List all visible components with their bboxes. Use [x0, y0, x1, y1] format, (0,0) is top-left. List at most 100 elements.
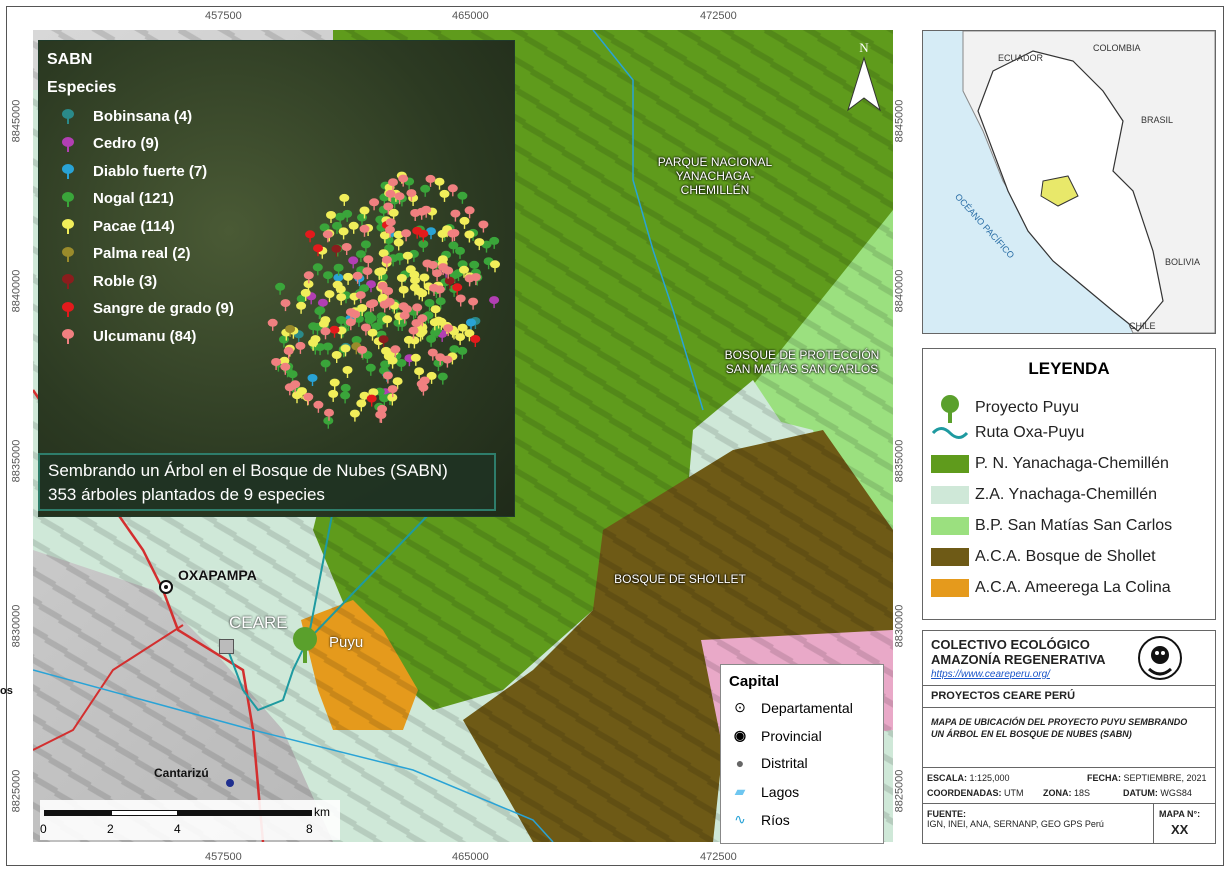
- oxapampa-marker-icon[interactable]: [159, 580, 173, 594]
- planted-tree-marker: [342, 366, 353, 378]
- planted-tree-marker: [426, 334, 437, 347]
- legend-item: B.P. San Matías San Carlos: [931, 517, 1172, 535]
- capital-item-label: Ríos: [761, 811, 790, 828]
- legend-label: A.C.A. Bosque de Shollet: [975, 548, 1156, 565]
- planted-tree-marker: [339, 193, 350, 206]
- tree-icon: [941, 395, 959, 423]
- scale-seg-3: [178, 810, 312, 816]
- planted-tree-marker: [275, 282, 286, 295]
- planted-tree-marker: [320, 359, 331, 372]
- species-item: Bobinsana (4): [61, 104, 192, 128]
- planted-tree-marker: [365, 363, 376, 376]
- label-colombia: COLOMBIA: [1093, 43, 1141, 53]
- y-tick-left-2: 8840000: [10, 269, 23, 313]
- planted-tree-marker: [348, 256, 359, 269]
- planted-tree-marker: [396, 274, 407, 286]
- org-url-link[interactable]: https://www.ceareperu.org/: [931, 669, 1050, 680]
- planted-tree-marker: [342, 209, 353, 222]
- planted-tree-marker: [455, 333, 466, 346]
- planted-tree-marker: [421, 205, 432, 218]
- planted-tree-marker: [328, 389, 339, 402]
- planted-tree-marker: [357, 213, 367, 226]
- scale-bar: 0 2 4 8 km: [40, 800, 340, 840]
- divider-vertical: [1153, 803, 1154, 843]
- x-tick-bottom-3: 472500: [700, 851, 737, 863]
- scale-label-0: 0: [40, 822, 47, 836]
- planted-tree-marker: [379, 300, 390, 313]
- label-chile: CHILE: [1129, 321, 1156, 331]
- planted-tree-marker: [432, 269, 443, 282]
- species-label: Bobinsana (4): [93, 107, 193, 125]
- capital-item-departamental: ⊙ Departamental: [729, 699, 853, 716]
- ceare-marker-icon[interactable]: [219, 639, 234, 654]
- capital-title: Capital: [729, 673, 780, 690]
- x-tick-bottom-2: 465000: [452, 851, 489, 863]
- species-label: Sangre de grado (9): [93, 300, 234, 317]
- species-tree-icon: [62, 219, 74, 234]
- scale-seg-1: [44, 810, 111, 816]
- provincial-icon: ◉: [733, 727, 747, 743]
- planted-tree-marker: [331, 351, 342, 363]
- escala-label: ESCALA:: [927, 773, 967, 783]
- capital-item-provincial: ◉ Provincial: [729, 727, 822, 744]
- capital-item-label: Lagos: [761, 783, 800, 800]
- species-label: Cedro (9): [93, 135, 159, 152]
- planted-tree-marker: [329, 325, 340, 338]
- coord-row: COORDENADAS: UTM: [927, 788, 1024, 798]
- planted-tree-marker: [280, 299, 291, 312]
- species-item: Cedro (9): [61, 132, 159, 156]
- species-tree-icon: [62, 274, 74, 289]
- legend-item: Ruta Oxa-Puyu: [931, 424, 1084, 442]
- legend-label: Ruta Oxa-Puyu: [975, 424, 1085, 441]
- legend-item: Z.A. Ynachaga-Chemillén: [931, 486, 1157, 504]
- legend-item: Proyecto Puyu: [931, 393, 1079, 423]
- cantarizu-marker-icon[interactable]: [226, 779, 234, 787]
- planted-tree-marker: [442, 355, 453, 368]
- escala-value: 1:125,000: [969, 773, 1010, 783]
- planted-tree-marker: [450, 209, 461, 222]
- puyu-tree-icon[interactable]: [288, 625, 322, 665]
- legend-label: Proyecto Puyu: [975, 399, 1080, 416]
- species-item: Ulcumanu (84): [61, 324, 196, 348]
- species-item: Nogal (121): [61, 187, 174, 211]
- planted-tree-marker: [490, 260, 500, 273]
- y-tick-left-4: 8830000: [10, 604, 23, 648]
- datum-row: DATUM: WGS84: [1123, 788, 1192, 798]
- planted-tree-marker: [267, 318, 278, 331]
- planted-tree-marker: [329, 378, 340, 391]
- color-swatch: [931, 486, 969, 504]
- species-item: Pacae (114): [61, 214, 175, 238]
- species-tree-icon: [62, 164, 74, 179]
- planted-tree-marker: [410, 209, 421, 221]
- y-tick-left-1: 8845000: [10, 99, 23, 143]
- capital-item-label: Provincial: [761, 727, 822, 744]
- planted-tree-marker: [378, 335, 389, 348]
- species-item: Palma real (2): [61, 242, 191, 266]
- sabn-caption: Sembrando un Árbol en el Bosque de Nubes…: [38, 453, 496, 511]
- org-name: COLECTIVO ECOLÓGICO AMAZONÍA REGENERATIV…: [931, 637, 1106, 667]
- info-panel: COLECTIVO ECOLÓGICO AMAZONÍA REGENERATIV…: [922, 630, 1216, 844]
- y-tick-right-2: 8840000: [893, 269, 906, 313]
- coord-label: COORDENADAS:: [927, 788, 1002, 798]
- legend-item: P. N. Yanachaga-Chemillén: [931, 455, 1169, 473]
- color-swatch: [931, 548, 969, 566]
- label-oxapampa: OXAPAMPA: [178, 567, 257, 583]
- planted-tree-marker: [307, 374, 318, 386]
- planted-tree-marker: [418, 240, 429, 252]
- planted-tree-marker: [396, 359, 407, 371]
- scale-unit: km: [314, 805, 330, 819]
- zona-value: 18S: [1074, 788, 1091, 798]
- planted-tree-marker: [296, 301, 307, 314]
- planted-tree-marker: [401, 229, 412, 242]
- planted-tree-marker: [312, 263, 323, 276]
- species-tree-icon: [62, 246, 74, 262]
- planted-tree-marker: [464, 206, 475, 219]
- planted-tree-marker: [468, 297, 479, 310]
- north-arrow-icon: N: [847, 40, 881, 112]
- species-tree-icon: [62, 136, 74, 152]
- planted-tree-marker: [455, 246, 465, 259]
- divider: [923, 767, 1215, 768]
- planted-tree-marker: [398, 285, 409, 298]
- label-cantarizu: Cantarizú: [154, 766, 209, 780]
- planted-tree-marker: [331, 244, 342, 257]
